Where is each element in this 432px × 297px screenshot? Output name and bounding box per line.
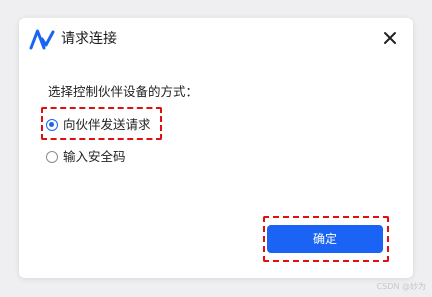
close-icon[interactable] xyxy=(383,31,397,45)
radio-security-code[interactable] xyxy=(46,151,58,163)
connection-request-dialog: 请求连接 选择控制伙伴设备的方式： 向伙伴发送请求 输入安全码 确定 xyxy=(19,18,413,278)
app-logo-icon xyxy=(29,29,55,50)
option-security-code[interactable]: 输入安全码 xyxy=(46,149,126,165)
option-send-request-label: 向伙伴发送请求 xyxy=(63,117,151,132)
dialog-title: 请求连接 xyxy=(61,31,117,47)
confirm-button[interactable]: 确定 xyxy=(267,225,383,253)
watermark-text: CSDN @妙为 xyxy=(376,282,426,291)
radio-send-request[interactable] xyxy=(46,119,58,131)
method-prompt: 选择控制伙伴设备的方式： xyxy=(48,84,199,99)
option-security-code-label: 输入安全码 xyxy=(63,149,126,164)
option-send-request[interactable]: 向伙伴发送请求 xyxy=(46,117,151,133)
